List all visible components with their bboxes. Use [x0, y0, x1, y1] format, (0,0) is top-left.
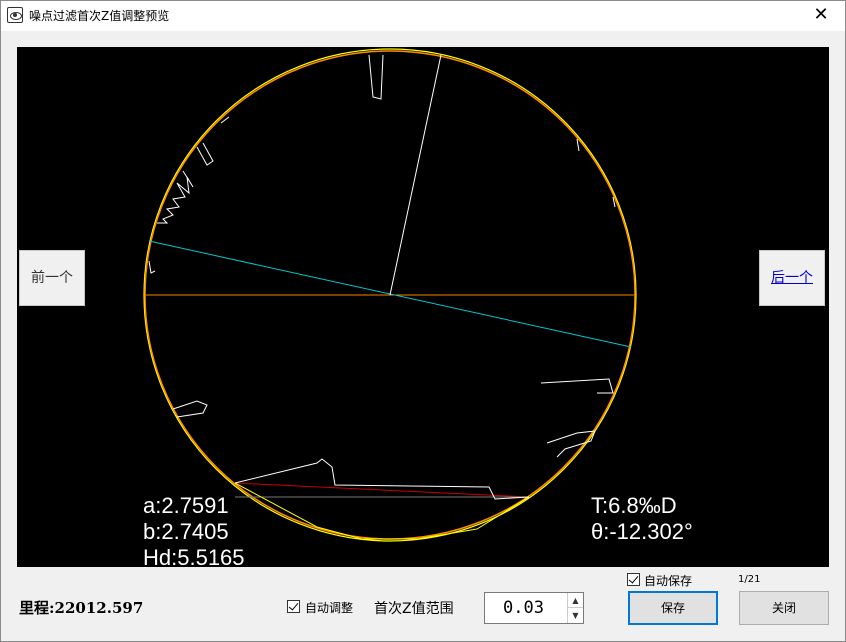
auto-save-label: 自动保存: [644, 574, 693, 588]
tunnel-section-canvas: a:2.7591 b:2.7405 Hd:5.5165 T:6.8‰D θ:-1…: [17, 47, 829, 567]
prev-button[interactable]: 前一个: [19, 250, 85, 306]
spin-down-icon[interactable]: ▼: [568, 608, 583, 623]
spin-buttons: ▲ ▼: [567, 593, 583, 623]
param-hd-text: Hd:5.5165: [143, 545, 245, 567]
range-spin-input[interactable]: 0.03 ▲ ▼: [484, 592, 584, 624]
app-eye-icon: [7, 7, 23, 23]
preview-window: 噪点过滤首次Z值调整预览 ✕ a:2.7591 b:2.7405 Hd:5.51…: [0, 0, 846, 642]
window-title: 噪点过滤首次Z值调整预览: [29, 9, 170, 23]
invert-profile: [234, 458, 530, 500]
noise-spike: [576, 138, 580, 152]
param-t-text: T:6.8‰D: [591, 493, 677, 518]
auto-adjust-checkbox[interactable]: [287, 600, 300, 613]
title-bar[interactable]: 噪点过滤首次Z值调整预览 ✕: [1, 1, 845, 31]
noise-spike: [546, 430, 596, 458]
param-a-text: a:2.7591: [143, 493, 229, 518]
noise-spike: [368, 54, 384, 100]
noise-spike: [148, 260, 156, 274]
invert-polyline: [234, 482, 530, 540]
window-close-button[interactable]: ✕: [801, 1, 841, 31]
mileage-label: 里程:22012.597: [19, 599, 144, 617]
tunnel-section-plot: [143, 48, 637, 542]
base-line: [234, 482, 530, 498]
param-theta-text: θ:-12.302°: [591, 519, 693, 544]
range-label: 首次Z值范围: [374, 601, 454, 617]
noise-spike: [540, 378, 614, 394]
noise-spike: [172, 400, 208, 418]
noise-spike: [196, 142, 214, 166]
close-button[interactable]: 关闭: [739, 591, 829, 625]
page-counter: 1/21: [738, 574, 761, 585]
auto-save-checkbox[interactable]: [627, 573, 640, 586]
next-button[interactable]: 后一个: [759, 250, 825, 306]
save-button[interactable]: 保存: [628, 591, 718, 625]
range-value: 0.03: [503, 598, 544, 618]
param-b-text: b:2.7405: [143, 519, 229, 544]
auto-adjust-label: 自动调整: [305, 601, 354, 615]
spin-up-icon[interactable]: ▲: [568, 593, 583, 608]
radius-line: [389, 54, 442, 296]
